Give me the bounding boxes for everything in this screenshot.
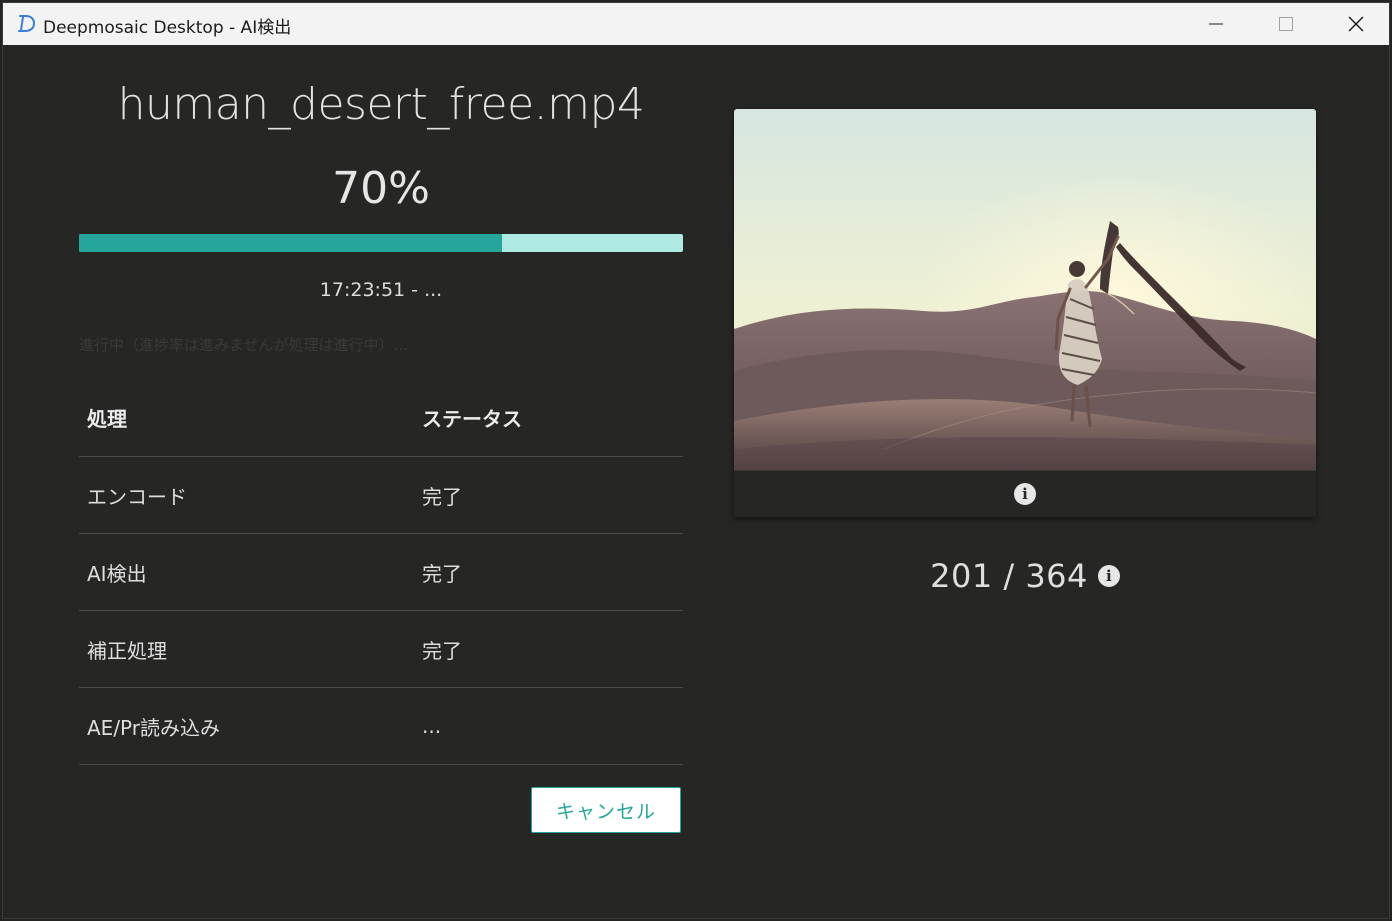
progress-percent: 70% — [332, 163, 430, 214]
column-header-process: 処理 — [87, 407, 127, 431]
process-name: AE/Pr読み込み — [87, 715, 220, 740]
process-status: ... — [422, 714, 442, 738]
elapsed-time: 17:23:51 - ... — [319, 279, 443, 301]
app-window: Deepmosaic Desktop - AI検出 human_desert_f… — [2, 2, 1390, 919]
process-status: 完了 — [422, 561, 462, 586]
table-row: AI検出 完了 — [79, 534, 683, 611]
table-row: 補正処理 完了 — [79, 611, 683, 688]
preview-card-footer: i — [734, 470, 1316, 517]
progress-bar — [79, 234, 683, 252]
maximize-icon — [1279, 17, 1293, 31]
close-button[interactable] — [1321, 3, 1389, 45]
frame-preview-card: i — [734, 109, 1316, 517]
process-name: AI検出 — [87, 561, 147, 586]
processing-status-note: 進行中（進捗率は進みませんが処理は進行中）... — [79, 336, 408, 354]
cancel-button[interactable]: キャンセル — [531, 787, 681, 833]
table-row: エンコード 完了 — [79, 457, 683, 534]
frame-counter: 201 / 364 i — [734, 557, 1316, 595]
deepmosaic-logo-icon — [18, 15, 36, 32]
close-icon — [1348, 16, 1364, 32]
file-name-heading: human_desert_free.mp4 — [117, 79, 645, 130]
process-name: 補正処理 — [87, 638, 167, 663]
minimize-icon — [1209, 23, 1223, 25]
info-icon[interactable]: i — [1014, 483, 1036, 505]
process-name: エンコード — [87, 484, 187, 509]
process-status-table: 処理 ステータス エンコード 完了 AI検出 完了 補正処理 完了 AE/Pr読… — [79, 379, 683, 765]
window-title: Deepmosaic Desktop - AI検出 — [43, 18, 292, 38]
progress-bar-fill — [79, 234, 502, 252]
minimize-button[interactable] — [1181, 3, 1251, 45]
title-bar[interactable]: Deepmosaic Desktop - AI検出 — [3, 3, 1389, 46]
process-status: 完了 — [422, 638, 462, 663]
table-header-row: 処理 ステータス — [79, 379, 683, 457]
maximize-button[interactable] — [1251, 3, 1321, 45]
frame-preview-image — [734, 109, 1316, 470]
frame-info-icon[interactable]: i — [1097, 565, 1120, 587]
main-content: human_desert_free.mp4 70% 17:23:51 - ...… — [3, 45, 1389, 918]
column-header-status: ステータス — [422, 407, 522, 431]
table-row: AE/Pr読み込み ... — [79, 688, 683, 765]
process-status: 完了 — [422, 484, 462, 509]
frame-counter-text: 201 / 364 — [930, 557, 1088, 595]
